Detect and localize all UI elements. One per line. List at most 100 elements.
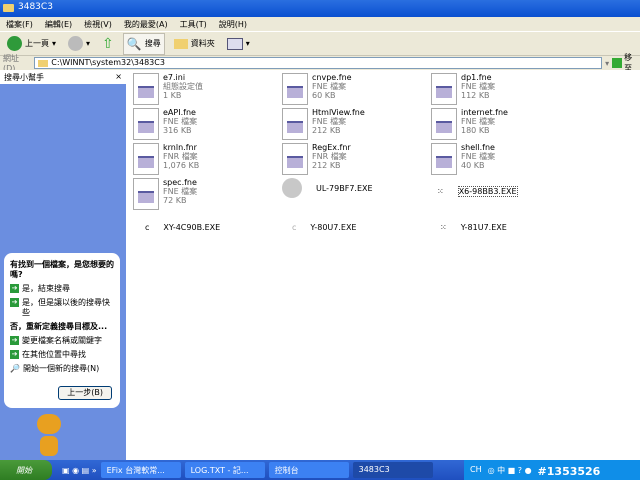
file-item[interactable]: UL-79BF7.EXE (282, 178, 422, 198)
back-button[interactable]: 上一頁 ▾ (4, 34, 59, 53)
fne-file-icon (133, 143, 159, 175)
menu-bar: 檔案(F) 編輯(E) 檢視(V) 我的最愛(A) 工具(T) 說明(H) (0, 17, 640, 31)
file-name: cnvpe.fne (312, 73, 352, 82)
start-button[interactable]: 開始 (0, 460, 52, 480)
file-item[interactable]: HtmlView.fne FNE 檔案 212 KB (282, 108, 422, 140)
watermark: #1353526 (537, 465, 601, 478)
menu-view[interactable]: 檢視(V) (84, 19, 112, 29)
search-label: 搜尋 (144, 39, 161, 48)
back-label: 上一頁 (25, 39, 49, 48)
file-name: UL-79BF7.EXE (316, 183, 373, 193)
fne-file-icon (133, 108, 159, 140)
option-label: 在其他位置中尋找 (22, 350, 86, 359)
close-pane-button[interactable]: × (115, 72, 122, 82)
file-type: FNE 檔案 (461, 152, 496, 161)
file-name: Y-80U7.EXE (310, 223, 357, 232)
search-button[interactable]: 🔍 搜尋 (122, 32, 165, 55)
file-size: 316 KB (163, 126, 192, 135)
fne-file-icon (133, 178, 159, 210)
up-folder-button[interactable]: ⇧ (99, 34, 117, 54)
exe-icon: ⁙ (437, 187, 444, 196)
forward-arrow-icon (68, 36, 84, 51)
file-type: FNE 檔案 (163, 187, 198, 196)
back-step-button[interactable]: 上一步(B) (58, 386, 112, 400)
file-size: 212 KB (312, 126, 341, 135)
file-item[interactable]: shell.fne FNE 檔案 40 KB (431, 143, 571, 175)
file-item[interactable]: c XY-4C90B.EXE (145, 223, 285, 232)
file-item[interactable]: e7.ini 組態設定值 1 KB (133, 73, 273, 105)
file-name: internet.fne (461, 108, 508, 117)
file-name: RegEx.fnr (312, 143, 351, 152)
exe-icon: ⁙ (440, 223, 447, 232)
dropdown-arrow[interactable]: ▾ (605, 59, 609, 68)
file-size: 72 KB (163, 196, 187, 205)
option-other-location[interactable]: ➔ 在其他位置中尋找 (10, 350, 114, 360)
tray-icons[interactable]: ◎ 中 ■ ? ● (488, 465, 532, 475)
file-name: HtmlView.fne (312, 108, 365, 117)
file-name: krnln.fnr (163, 143, 197, 152)
arrow-icon: ➔ (10, 298, 19, 307)
option-new-search[interactable]: 🔎 開始一個新的搜尋(N) (10, 364, 114, 374)
quick-launch-icons[interactable]: ▣ ◉ ▤ » (62, 466, 97, 475)
option-label: 變更檔案名稱或關鍵字 (22, 336, 102, 345)
search-balloon: 有找到一個檔案，是您想要的嗎? ➔ 是，結束搜尋 ➔ 是，但是讓以後的搜尋快些 否，… (4, 253, 120, 408)
back-arrow-icon (7, 36, 22, 51)
arrow-icon: ➔ (10, 284, 19, 293)
file-name: XY-4C90B.EXE (163, 223, 221, 232)
menu-tools[interactable]: 工具(T) (180, 19, 207, 29)
address-value: C:\WINNT\system32\3483C3 (51, 58, 165, 67)
task-efix[interactable]: EFix 台灣軟常... (100, 462, 181, 478)
file-item[interactable]: spec.fne FNE 檔案 72 KB (133, 178, 273, 210)
fne-file-icon (282, 143, 308, 175)
option-label: 開始一個新的搜尋(N) (22, 364, 100, 373)
file-size: 180 KB (461, 126, 490, 135)
language-indicator[interactable]: CH (470, 465, 482, 475)
search-dog-icon[interactable] (34, 412, 64, 457)
question-text: 有找到一個檔案，是您想要的嗎? (10, 260, 114, 279)
arrow-icon: ➔ (10, 350, 19, 359)
menu-file[interactable]: 檔案(F) (6, 19, 33, 29)
pane-title: 搜尋小幫手 (4, 73, 44, 82)
exe-icon: c (292, 223, 297, 232)
fne-file-icon (282, 108, 308, 140)
views-button[interactable]: ▾ (224, 36, 253, 52)
file-item[interactable]: eAPI.fne FNE 檔案 316 KB (133, 108, 273, 140)
file-name: shell.fne (461, 143, 495, 152)
file-item[interactable]: internet.fne FNE 檔案 180 KB (431, 108, 571, 140)
refine-heading: 否，重新定義搜尋目標及... (10, 322, 108, 331)
task-log-txt[interactable]: LOG.TXT - 記... (184, 462, 265, 478)
file-item[interactable]: krnln.fnr FNR 檔案 1,076 KB (133, 143, 273, 175)
file-size: 1 KB (163, 91, 182, 100)
file-item[interactable]: cnvpe.fne FNE 檔案 60 KB (282, 73, 422, 105)
menu-favorites[interactable]: 我的最愛(A) (124, 19, 168, 29)
menu-edit[interactable]: 編輯(E) (45, 19, 72, 29)
file-name: Y-81U7.EXE (460, 223, 507, 232)
task-3483c3[interactable]: 3483C3 (352, 462, 433, 478)
file-type: FNR 檔案 (312, 152, 347, 161)
option-yes-faster[interactable]: ➔ 是，但是讓以後的搜尋快些 (10, 298, 114, 318)
up-arrow-icon: ⇧ (102, 35, 114, 52)
file-size: 212 KB (312, 161, 341, 170)
file-item[interactable]: RegEx.fnr FNR 檔案 212 KB (282, 143, 422, 175)
address-input[interactable]: C:\WINNT\system32\3483C3 (34, 57, 603, 69)
fne-file-icon (282, 73, 308, 105)
folder-icon (3, 4, 14, 12)
file-item[interactable]: dp1.fne FNE 檔案 112 KB (431, 73, 571, 105)
arrow-icon: ➔ (10, 336, 19, 345)
option-yes-finish[interactable]: ➔ 是，結束搜尋 (10, 284, 114, 294)
file-list: e7.ini 組態設定值 1 KB cnvpe.fne FNE 檔案 60 KB dp1.f… (127, 70, 640, 460)
task-control-panel[interactable]: 控制台 (268, 462, 349, 478)
option-change-name[interactable]: ➔ 變更檔案名稱或關鍵字 (10, 336, 114, 346)
forward-button[interactable]: ▾ (65, 34, 93, 53)
menu-help[interactable]: 說明(H) (219, 19, 247, 29)
exe-icon (282, 178, 302, 198)
title-bar: 3483C3 (0, 0, 640, 17)
fne-file-icon (431, 143, 457, 175)
file-item[interactable]: ⁙ Y-81U7.EXE (440, 223, 580, 232)
file-name: spec.fne (163, 178, 197, 187)
folders-button[interactable]: 資料夾 (171, 36, 218, 51)
file-item[interactable]: ⁙ X6-98BB3.EXE (437, 186, 577, 197)
file-type: FNE 檔案 (312, 82, 347, 91)
file-item[interactable]: c Y-80U7.EXE (292, 223, 432, 232)
file-name: e7.ini (163, 73, 186, 82)
